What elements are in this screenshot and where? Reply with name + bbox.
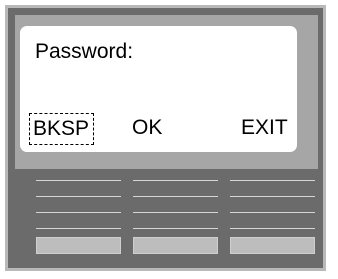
hardware-key-left[interactable] [36,237,121,254]
divider-line [36,228,121,229]
hardware-key-right[interactable] [230,237,315,254]
divider-line [133,196,218,197]
password-prompt: Password: [35,40,134,63]
lcd-screen: Password: BKSP OK EXIT [20,26,297,152]
hardware-key-middle[interactable] [133,237,218,254]
divider-line [230,196,315,197]
divider-line [133,212,218,213]
divider-line [36,180,121,181]
softkey-ok[interactable]: OK [132,115,162,141]
divider-line [230,212,315,213]
divider-line [133,180,218,181]
divider-line [133,228,218,229]
softkey-exit[interactable]: EXIT [241,115,288,141]
divider-line [36,196,121,197]
softkey-bksp[interactable]: BKSP [29,113,95,145]
divider-line [230,228,315,229]
divider-line [230,180,315,181]
divider-line [36,212,121,213]
